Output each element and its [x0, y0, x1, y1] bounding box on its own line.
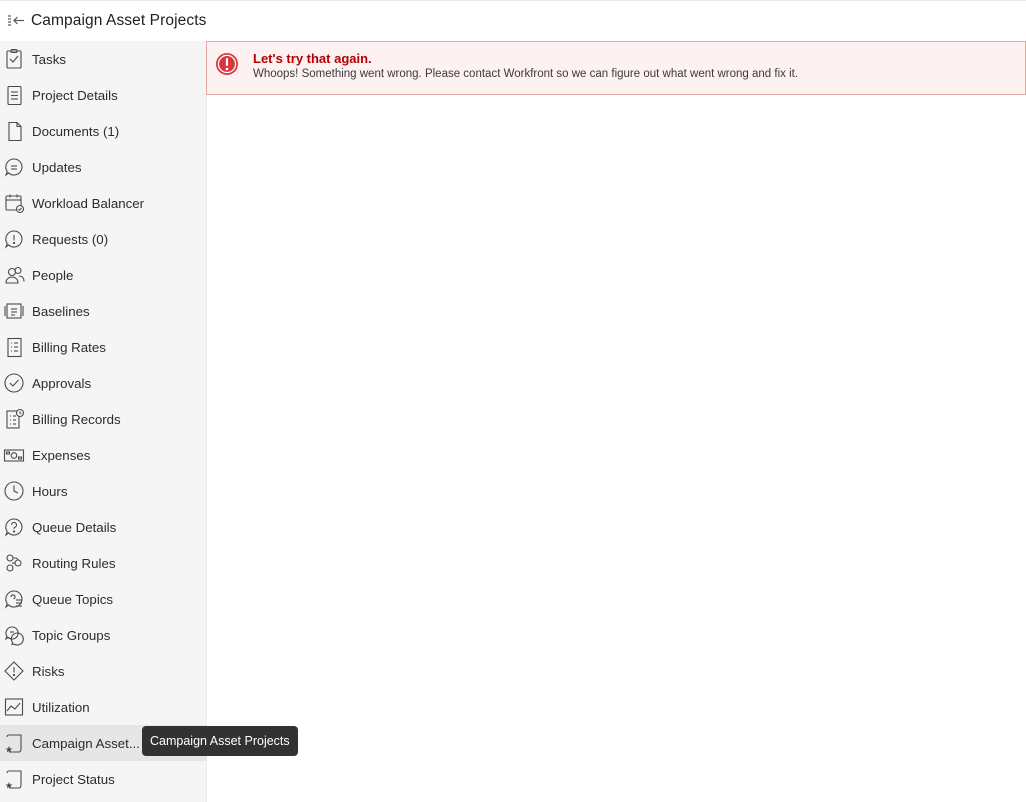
error-icon: [216, 53, 238, 75]
sidebar-item-label: Workload Balancer: [32, 195, 145, 211]
sidebar-item-utilization[interactable]: Utilization: [0, 689, 207, 725]
alert-bubble-icon: [0, 225, 28, 253]
sidebar-item-label: Risks: [32, 663, 65, 679]
sidebar-item-workload-balancer[interactable]: Workload Balancer: [0, 185, 207, 221]
collapse-arrow-icon: [8, 15, 24, 26]
sidebar-item-label: Utilization: [32, 699, 90, 715]
page-title: Campaign Asset Projects: [31, 12, 207, 29]
sidebar-item-label: Updates: [32, 159, 82, 175]
main-content: Let's try that again. Whoops! Something …: [206, 41, 1026, 802]
sidebar-item-tasks[interactable]: Tasks: [0, 41, 207, 77]
sidebar-item-label: Documents (1): [32, 123, 120, 139]
alert-message: Whoops! Something went wrong. Please con…: [253, 68, 799, 80]
billing-rates-icon: [0, 333, 28, 361]
custom-page-star-icon: [0, 765, 28, 793]
queue-topics-icon: [0, 585, 28, 613]
money-icon: [0, 441, 28, 469]
sidebar-item-billing-records[interactable]: Billing Records: [0, 401, 207, 437]
custom-page-star-icon: [0, 729, 28, 757]
sidebar-item-label: People: [32, 267, 74, 283]
chart-line-icon: [0, 693, 28, 721]
sidebar-item-label: Campaign Asset...: [32, 735, 140, 751]
error-alert: Let's try that again. Whoops! Something …: [206, 41, 1026, 95]
sidebar-item-approvals[interactable]: Approvals: [0, 365, 207, 401]
calendar-check-icon: [0, 189, 28, 217]
sidebar-item-risks[interactable]: Risks: [0, 653, 207, 689]
queue-details-icon: [0, 513, 28, 541]
top-bar: Campaign Asset Projects: [0, 0, 1026, 41]
sidebar-item-label: Billing Records: [32, 411, 121, 427]
sidebar-item-label: Expenses: [32, 447, 91, 463]
baseline-icon: [0, 297, 28, 325]
risk-diamond-icon: [0, 657, 28, 685]
sidebar-item-label: Baselines: [32, 303, 90, 319]
sidebar-item-label: Routing Rules: [32, 555, 116, 571]
people-icon: [0, 261, 28, 289]
checkmark-circle-icon: [0, 369, 28, 397]
sidebar-item-label: Billing Rates: [32, 339, 106, 355]
sidebar-item-people[interactable]: People: [0, 257, 207, 293]
sidebar-item-label: Topic Groups: [32, 627, 111, 643]
sidebar-item-routing-rules[interactable]: Routing Rules: [0, 545, 207, 581]
sidebar-item-label: Hours: [32, 483, 68, 499]
alert-title: Let's try that again.: [253, 51, 372, 66]
sidebar-item-topic-groups[interactable]: Topic Groups: [0, 617, 207, 653]
tooltip: Campaign Asset Projects: [142, 726, 298, 756]
collapse-sidebar-button[interactable]: [2, 1, 30, 41]
sidebar-item-label: Approvals: [32, 375, 92, 391]
document-lines-icon: [0, 81, 28, 109]
sidebar-item-label: Queue Details: [32, 519, 117, 535]
billing-records-icon: [0, 405, 28, 433]
sidebar-item-documents-1[interactable]: Documents (1): [0, 113, 207, 149]
sidebar-item-label: Project Details: [32, 87, 118, 103]
sidebar-item-project-status[interactable]: Project Status: [0, 761, 207, 797]
sidebar-item-label: Tasks: [32, 51, 66, 67]
sidebar-item-updates[interactable]: Updates: [0, 149, 207, 185]
sidebar-item-expenses[interactable]: Expenses: [0, 437, 207, 473]
sidebar: Tasks Project Details Documents (1) Updates…: [0, 41, 207, 802]
clock-icon: [0, 477, 28, 505]
sidebar-item-label: Requests (0): [32, 231, 109, 247]
sidebar-item-label: Queue Topics: [32, 591, 114, 607]
sidebar-item-baselines[interactable]: Baselines: [0, 293, 207, 329]
document-icon: [0, 117, 28, 145]
sidebar-item-queue-topics[interactable]: Queue Topics: [0, 581, 207, 617]
sidebar-item-hours[interactable]: Hours: [0, 473, 207, 509]
chat-bubble-icon: [0, 153, 28, 181]
sidebar-item-requests-0[interactable]: Requests (0): [0, 221, 207, 257]
sidebar-item-billing-rates[interactable]: Billing Rates: [0, 329, 207, 365]
topic-groups-icon: [0, 621, 28, 649]
sidebar-item-label: Project Status: [32, 771, 115, 787]
routing-icon: [0, 549, 28, 577]
sidebar-item-queue-details[interactable]: Queue Details: [0, 509, 207, 545]
tasks-icon: [0, 45, 28, 73]
sidebar-item-project-details[interactable]: Project Details: [0, 77, 207, 113]
